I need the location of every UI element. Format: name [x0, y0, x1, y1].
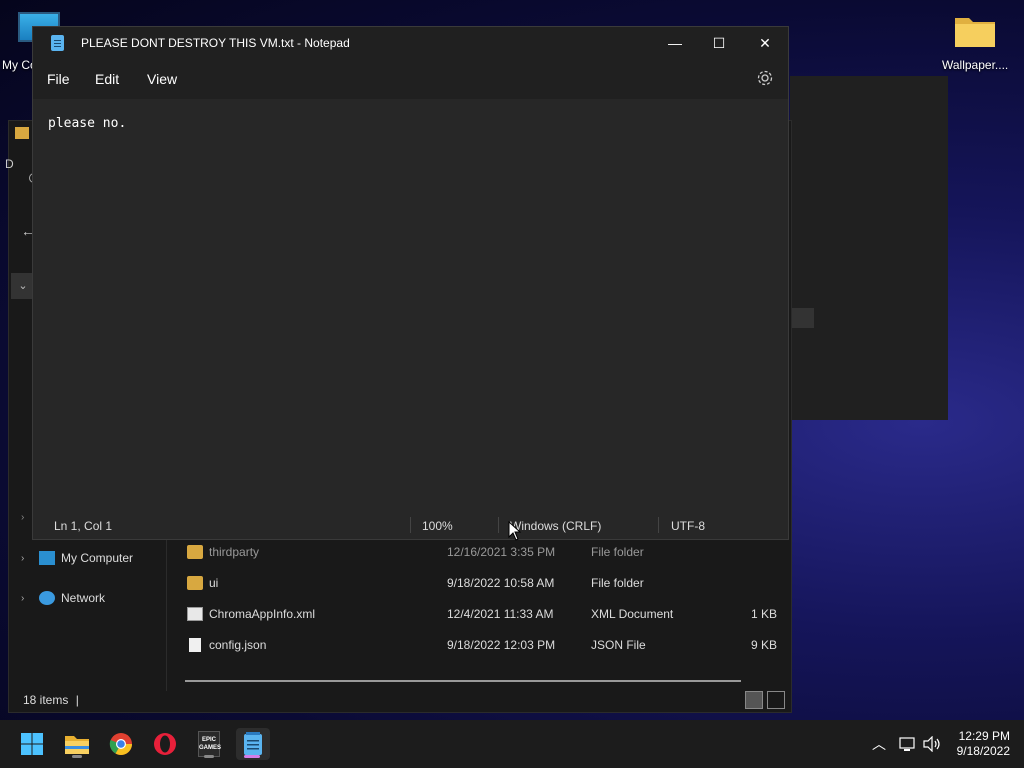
horizontal-scrollbar[interactable]: [185, 680, 741, 682]
file-type: File folder: [591, 545, 644, 559]
zoom-level: 100%: [422, 519, 453, 533]
status-divider: [410, 517, 411, 533]
file-date: 9/18/2022 10:58 AM: [447, 576, 555, 590]
gear-icon[interactable]: [756, 69, 774, 87]
encoding: UTF-8: [671, 519, 705, 533]
taskbar-chrome[interactable]: [105, 728, 137, 760]
file-type: JSON File: [591, 638, 646, 652]
network-icon: [899, 737, 915, 751]
clock-date: 9/18/2022: [956, 744, 1010, 758]
start-button[interactable]: [16, 728, 48, 760]
taskbar-opera[interactable]: [149, 728, 181, 760]
speaker-icon: [923, 736, 940, 752]
nav-item-network[interactable]: › Network: [21, 587, 105, 609]
desktop-icon-label: Wallpaper....: [942, 58, 1009, 72]
view-toggle: [745, 691, 785, 709]
menu-view[interactable]: View: [147, 71, 177, 87]
chevron-up-icon[interactable]: ︿: [872, 734, 886, 754]
file-explorer-icon: [65, 736, 89, 754]
epic-games-icon: EPIC GAMES: [198, 731, 221, 757]
file-row[interactable]: thirdparty 12/16/2021 3:35 PM File folde…: [185, 541, 785, 563]
file-name: ui: [209, 576, 219, 590]
status-divider: [658, 517, 659, 533]
chevron-right-icon[interactable]: ›: [21, 512, 24, 523]
folder-icon: [187, 545, 203, 559]
computer-icon: [39, 551, 55, 565]
file-row[interactable]: ui 9/18/2022 10:58 AM File folder: [185, 572, 785, 594]
start-icon: [21, 733, 43, 755]
file-type: File folder: [591, 576, 644, 590]
document-icon: [189, 638, 201, 652]
file-name: ChromaAppInfo.xml: [209, 607, 316, 621]
item-count: 18 items: [23, 693, 69, 707]
file-date: 12/4/2021 11:33 AM: [447, 607, 554, 621]
chevron-right-icon[interactable]: ›: [21, 593, 31, 604]
nav-item-my-computer[interactable]: › My Computer: [21, 547, 133, 569]
opera-icon: [154, 733, 176, 755]
background-window-bar: [790, 308, 814, 328]
menu-file[interactable]: File: [47, 71, 70, 87]
status-divider: [498, 517, 499, 533]
active-indicator: [244, 755, 260, 758]
status-caret: |: [75, 693, 79, 707]
clock[interactable]: 12:29 PM 9/18/2022: [957, 729, 1010, 759]
file-size: 1 KB: [750, 607, 777, 621]
tray-overflow-button[interactable]: ︿: [872, 720, 886, 768]
file-name: config.json: [209, 638, 267, 652]
file-date: 9/18/2022 12:03 PM: [447, 638, 556, 652]
explorer-peek-text: D: [5, 157, 14, 171]
file-name: thirdparty: [209, 545, 260, 559]
close-button[interactable]: ✕: [742, 27, 788, 59]
file-size: 9 KB: [750, 638, 777, 652]
file-row[interactable]: ChromaAppInfo.xml 12/4/2021 11:33 AM XML…: [185, 603, 785, 625]
title-bar[interactable]: PLEASE DONT DESTROY THIS VM.txt - Notepa…: [33, 27, 788, 59]
chevron-right-icon[interactable]: ›: [21, 553, 31, 564]
notepad-icon: [51, 35, 64, 51]
running-indicator: [72, 755, 82, 758]
tiles-view-icon[interactable]: [767, 691, 785, 709]
window-title: PLEASE DONT DESTROY THIS VM.txt - Notepa…: [81, 36, 350, 50]
line-ending: Windows (CRLF): [510, 519, 602, 533]
nav-item-label: My Computer: [61, 551, 134, 565]
network-icon: [39, 591, 55, 605]
folder-icon: [187, 576, 203, 590]
details-view-icon[interactable]: [745, 691, 763, 709]
minimize-button[interactable]: —: [652, 27, 698, 59]
mouse-cursor-icon: [508, 521, 522, 541]
notepad-icon: [244, 732, 262, 755]
folder-icon: [15, 127, 29, 139]
taskbar-epic-games[interactable]: EPIC GAMES: [193, 728, 225, 760]
cursor-position: Ln 1, Col 1: [54, 519, 113, 533]
menu-edit[interactable]: Edit: [95, 71, 119, 87]
explorer-status-bar: 18 items |: [23, 693, 79, 707]
text-editor[interactable]: please no.: [33, 99, 788, 509]
clock-time: 12:29 PM: [958, 729, 1010, 743]
taskbar: EPIC GAMES ︿ 12:29 PM 9/18/2022: [0, 720, 1024, 768]
xml-file-icon: [187, 607, 203, 621]
folder-icon: [955, 18, 995, 47]
nav-item-label: Network: [61, 591, 106, 605]
maximize-button[interactable]: ☐: [696, 27, 742, 59]
notepad-window[interactable]: PLEASE DONT DESTROY THIS VM.txt - Notepa…: [32, 26, 789, 540]
file-date: 12/16/2021 3:35 PM: [447, 545, 556, 559]
running-indicator: [204, 755, 214, 758]
chrome-icon: [109, 733, 132, 755]
editor-content[interactable]: please no.: [48, 116, 126, 131]
background-window: [790, 76, 948, 420]
notepad-status-bar: Ln 1, Col 1 100% Windows (CRLF) UTF-8: [33, 513, 788, 539]
taskbar-notepad[interactable]: [236, 728, 270, 760]
network-tray[interactable]: [899, 720, 917, 768]
menu-bar: File Edit View: [33, 59, 788, 99]
volume-tray[interactable]: [923, 720, 941, 768]
taskbar-file-explorer[interactable]: [61, 728, 93, 760]
file-type: XML Document: [591, 607, 674, 621]
file-row[interactable]: config.json 9/18/2022 12:03 PM JSON File…: [185, 634, 785, 656]
